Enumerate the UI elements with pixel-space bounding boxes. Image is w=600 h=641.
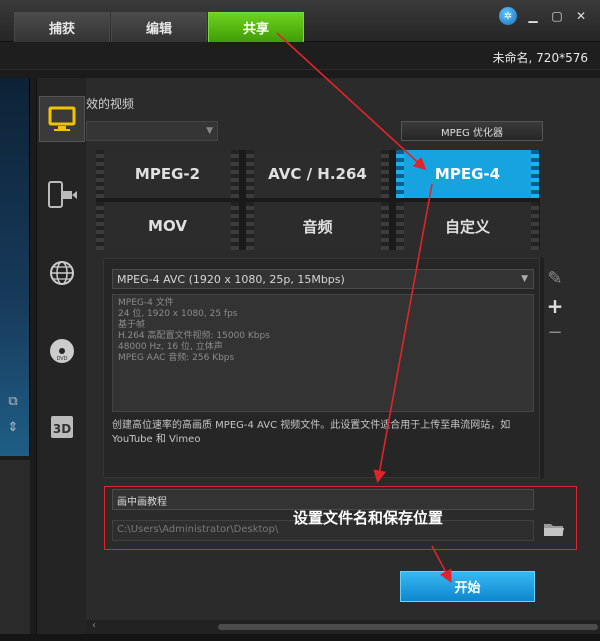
format-label: MPEG-4 (434, 165, 501, 183)
minus-icon[interactable]: − (545, 322, 565, 343)
project-info: 未命名, 720*576 (492, 51, 588, 65)
3d-icon[interactable]: 3D (39, 404, 85, 450)
format-custom-button[interactable]: 自定义 (396, 202, 539, 250)
maximize-button[interactable]: ▢ (549, 8, 565, 24)
tab-label: 共享 (242, 22, 269, 37)
detail-line: 24 位, 1920 x 1080, 25 fps (118, 309, 238, 319)
format-audio-button[interactable]: 音频 (246, 202, 389, 250)
detail-line: 48000 Hz, 16 位, 立体声 (118, 342, 223, 352)
format-label: 音频 (302, 217, 333, 236)
format-avc-h264-button[interactable]: AVC / H.264 (246, 150, 389, 198)
format-grid: MPEG-2 AVC / H.264 MPEG-4 MOV 音频 自定义 (96, 150, 540, 250)
profile-description: 创建高位速率的高画质 MPEG-4 AVC 视频文件。此设置文件适合用于上传至串… (112, 420, 511, 445)
project-info-bar: 未命名, 720*576 (0, 42, 600, 70)
svg-text:DVD: DVD (56, 356, 67, 362)
minimize-button[interactable]: ▁ (525, 8, 541, 24)
status-strip (0, 634, 600, 641)
plus-icon[interactable]: + (545, 294, 565, 318)
format-mpeg2-button[interactable]: MPEG-2 (96, 150, 239, 198)
tab-label: 捕获 (48, 22, 75, 37)
svg-text:3D: 3D (53, 422, 71, 436)
tab-label: 编辑 (145, 22, 172, 37)
tab-edit[interactable]: 编辑 (111, 12, 207, 42)
section-title: 效的视频 (86, 97, 135, 111)
profile-selected: MPEG-4 AVC (1920 x 1080, 25p, 15Mbps) (117, 273, 345, 286)
help-icon[interactable]: ✲ (499, 7, 517, 25)
chevron-left-icon[interactable]: ‹ (92, 620, 96, 631)
globe-icon[interactable] (39, 250, 85, 296)
monitor-icon[interactable] (39, 96, 85, 142)
format-label: 自定义 (444, 217, 490, 236)
profile-scrollbar[interactable] (540, 258, 544, 478)
mobile-device-icon[interactable] (39, 172, 85, 218)
disc-icon[interactable]: DVD (39, 328, 85, 374)
mpeg-optimizer-button[interactable]: MPEG 优化器 (401, 121, 543, 141)
start-button[interactable]: 开始 (400, 571, 535, 602)
pencil-icon[interactable]: ✎ (545, 268, 565, 289)
title-bar: 捕获 编辑 共享 ✲ ▁ ▢ ✕ (0, 0, 600, 42)
spinner-icon[interactable]: ⇕ (4, 418, 22, 436)
profile-dropdown[interactable]: MPEG-4 AVC (1920 x 1080, 25p, 15Mbps) ▼ (112, 269, 534, 289)
tab-share[interactable]: 共享 (208, 12, 304, 42)
chevron-down-icon: ▼ (521, 274, 528, 284)
output-type-dropdown[interactable]: ▼ (86, 121, 218, 141)
horizontal-scrollbar[interactable]: ‹ (86, 620, 600, 634)
format-label: AVC / H.264 (268, 165, 367, 183)
close-button[interactable]: ✕ (573, 8, 589, 24)
tab-capture[interactable]: 捕获 (14, 12, 110, 42)
detail-line: 基于帧 (118, 320, 146, 330)
format-mpeg4-button[interactable]: MPEG-4 (396, 150, 539, 198)
format-label: MOV (148, 217, 187, 235)
scroll-thumb[interactable] (218, 624, 598, 630)
annotation-text: 设置文件名和保存位置 (293, 509, 444, 527)
copy-icon[interactable]: ⧉ (4, 392, 22, 410)
share-category-sidebar: DVD 3D (36, 78, 86, 638)
profile-details: MPEG-4 文件 24 位, 1920 x 1080, 25 fps 基于帧 … (112, 294, 534, 412)
preview-controls: ⧉ ⇕ (0, 394, 30, 641)
detail-line: MPEG AAC 音频: 256 Kbps (118, 353, 235, 363)
detail-line: H.264 高配置文件视频: 15000 Kbps (118, 331, 270, 341)
format-mov-button[interactable]: MOV (96, 202, 239, 250)
detail-line: MPEG-4 文件 (118, 298, 174, 308)
format-label: MPEG-2 (134, 165, 201, 183)
chevron-down-icon: ▼ (206, 126, 213, 136)
